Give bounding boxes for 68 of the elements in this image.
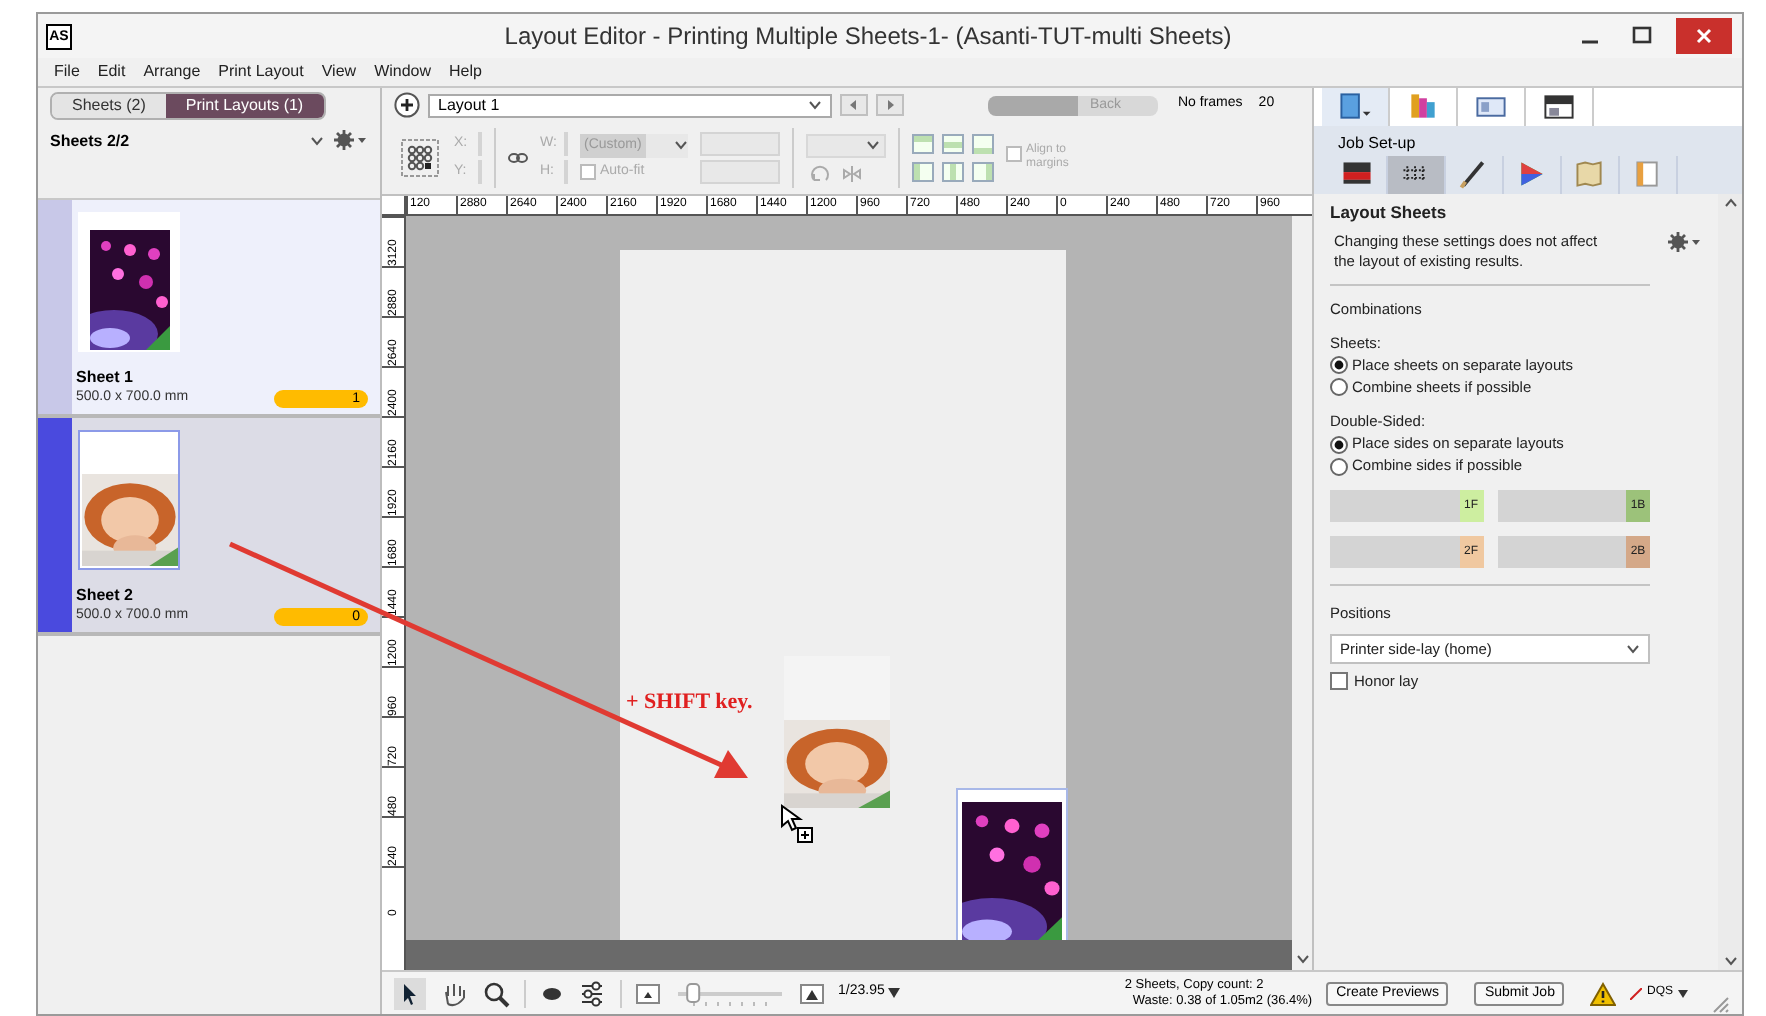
layout-dropdown[interactable]: Layout 1 xyxy=(428,93,832,117)
window-title: Layout Editor - Printing Multiple Sheets-1- (Asanti-TUT-multi Sheets) xyxy=(502,20,1234,54)
caret-icon xyxy=(1295,954,1309,964)
caret-icon xyxy=(866,140,880,150)
tab[interactable]: Print Layouts (1) xyxy=(165,94,324,118)
section-label: Job Set-up xyxy=(1336,132,1418,156)
input-field[interactable] xyxy=(700,160,780,184)
tab[interactable]: Sheets (2) xyxy=(52,94,166,118)
radio-button[interactable] xyxy=(1330,435,1348,453)
menu-item[interactable]: View xyxy=(321,60,357,84)
align-icon[interactable] xyxy=(942,162,964,182)
caret-icon xyxy=(674,140,688,151)
close-button[interactable] xyxy=(1676,18,1732,54)
slash-icon xyxy=(1630,987,1643,999)
menu-item[interactable]: File xyxy=(54,60,80,84)
hand-tool[interactable] xyxy=(440,979,468,1007)
pointer-tool[interactable] xyxy=(394,977,426,1009)
panel-heading: Layout Sheets xyxy=(1330,200,1449,226)
link-icon[interactable] xyxy=(508,150,528,166)
caret-icon xyxy=(1677,989,1687,997)
front-toggle[interactable] xyxy=(988,95,1078,115)
next-button[interactable] xyxy=(876,94,904,116)
gear-icon[interactable] xyxy=(1666,231,1702,252)
resize-grip[interactable] xyxy=(1710,994,1730,1014)
warning-icon xyxy=(1590,981,1617,1005)
radio-button[interactable] xyxy=(1330,457,1348,475)
placed-image[interactable] xyxy=(956,788,1068,940)
sheet-name: Sheet 1 xyxy=(76,368,135,388)
align-icon[interactable] xyxy=(912,162,934,182)
setup-tab[interactable] xyxy=(1388,156,1446,194)
radio-button[interactable] xyxy=(1330,378,1348,397)
menu-item[interactable]: Help xyxy=(449,60,482,84)
checkbox[interactable] xyxy=(1330,671,1348,690)
caret-icon xyxy=(888,988,901,998)
align-icon[interactable] xyxy=(912,134,934,154)
maximize-button[interactable] xyxy=(1632,26,1652,46)
slider-thumb[interactable] xyxy=(686,982,701,1002)
input-field[interactable] xyxy=(700,132,780,156)
menu-item[interactable]: Arrange xyxy=(143,60,201,84)
caret-icon xyxy=(1723,198,1737,208)
panel-tab[interactable] xyxy=(1322,88,1390,126)
zoom-out-button[interactable] xyxy=(636,983,660,1003)
eye-icon[interactable] xyxy=(540,983,564,1003)
zoom-in-button[interactable] xyxy=(800,983,824,1003)
menu-item[interactable]: Print Layout xyxy=(218,60,304,84)
caret-icon xyxy=(808,100,822,110)
add-button[interactable] xyxy=(394,92,420,118)
caret-icon xyxy=(1723,956,1737,966)
copy-cursor-icon xyxy=(780,804,816,844)
caret-icon xyxy=(1626,643,1640,654)
align-icon[interactable] xyxy=(942,134,964,154)
menu-item[interactable]: Window xyxy=(374,60,432,84)
menu-item[interactable]: Edit xyxy=(97,60,126,84)
radio-button[interactable] xyxy=(1330,356,1348,375)
zoom-slider[interactable] xyxy=(674,979,786,1007)
scrollbar[interactable] xyxy=(1718,194,1742,970)
sliders-icon[interactable] xyxy=(578,979,606,1007)
checkbox[interactable] xyxy=(580,164,596,180)
annotation-text: + SHIFT key. xyxy=(626,688,753,718)
checkbox[interactable] xyxy=(1006,146,1022,162)
sheet-name: Sheet 2 xyxy=(76,586,135,606)
panel-title: Sheets 2/2 xyxy=(50,130,130,154)
align-icon[interactable] xyxy=(972,162,994,182)
align-icon[interactable] xyxy=(972,134,994,154)
gear-icon[interactable] xyxy=(332,130,368,150)
zoom-tool[interactable] xyxy=(482,979,510,1007)
previous-button[interactable] xyxy=(840,94,868,116)
reference-point-icon[interactable] xyxy=(398,136,442,180)
